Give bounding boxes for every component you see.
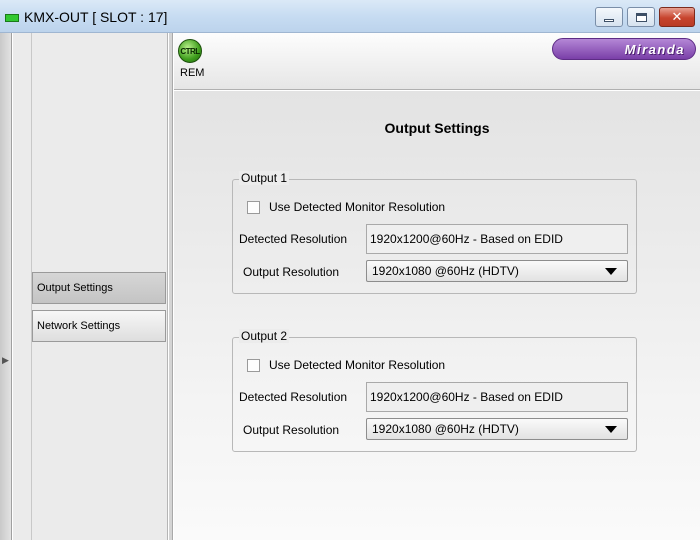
detected-resolution-field: 1920x1200@60Hz - Based on EDID xyxy=(366,224,628,254)
detected-resolution-field: 1920x1200@60Hz - Based on EDID xyxy=(366,382,628,412)
minimize-button[interactable] xyxy=(595,7,623,27)
checkbox-label: Use Detected Monitor Resolution xyxy=(269,358,446,372)
output-resolution-value: 1920x1080 @60Hz (HDTV) xyxy=(372,264,519,278)
header-panel: CTRL REM Miranda xyxy=(174,33,700,90)
close-icon: ✕ xyxy=(671,9,683,25)
ctrl-status-icon[interactable]: CTRL xyxy=(178,39,202,63)
miranda-logo: Miranda xyxy=(552,38,696,60)
sidebar-item-label: Output Settings xyxy=(37,282,113,294)
collapse-gutter[interactable]: ▶ xyxy=(0,33,12,540)
use-detected-resolution-checkbox[interactable] xyxy=(247,358,260,372)
detected-resolution-value: 1920x1200@60Hz - Based on EDID xyxy=(370,390,563,404)
use-detected-resolution-checkbox[interactable] xyxy=(247,200,260,214)
app-icon xyxy=(5,14,19,22)
output-1-group: Output 1 Use Detected Monitor Resolution… xyxy=(232,171,637,294)
sidebar-item-label: Network Settings xyxy=(37,320,121,332)
detected-resolution-label: Detected Resolution xyxy=(239,390,348,404)
checkbox-label: Use Detected Monitor Resolution xyxy=(269,200,446,214)
ctrl-badge-label: CTRL xyxy=(180,46,200,56)
use-detected-resolution-row[interactable]: Use Detected Monitor Resolution xyxy=(247,200,445,214)
expand-arrow-icon[interactable]: ▶ xyxy=(2,355,9,366)
main-panel: Output Settings Output 1 Use Detected Mo… xyxy=(174,91,700,540)
use-detected-resolution-row[interactable]: Use Detected Monitor Resolution xyxy=(247,358,445,372)
close-button[interactable]: ✕ xyxy=(659,7,695,27)
detected-resolution-label: Detected Resolution xyxy=(239,232,348,246)
sidebar: Output Settings Network Settings xyxy=(13,33,168,540)
maximize-button[interactable] xyxy=(627,7,655,27)
group-legend: Output 2 xyxy=(239,329,290,343)
output-resolution-select[interactable]: 1920x1080 @60Hz (HDTV) xyxy=(366,418,628,440)
panel-splitter[interactable] xyxy=(169,33,173,540)
logo-text: Miranda xyxy=(624,41,685,57)
output-2-group: Output 2 Use Detected Monitor Resolution… xyxy=(232,329,637,452)
minimize-icon xyxy=(604,18,614,22)
title-bar: KMX-OUT [ SLOT : 17] ✕ xyxy=(0,0,700,33)
chevron-down-icon xyxy=(605,426,617,433)
output-resolution-select[interactable]: 1920x1080 @60Hz (HDTV) xyxy=(366,260,628,282)
group-legend: Output 1 xyxy=(239,171,290,185)
page-title: Output Settings xyxy=(384,120,490,136)
window-title: KMX-OUT [ SLOT : 17] xyxy=(24,9,168,25)
chevron-down-icon xyxy=(605,268,617,275)
output-resolution-label: Output Resolution xyxy=(243,423,340,437)
sidebar-item-output-settings[interactable]: Output Settings xyxy=(32,272,166,304)
output-resolution-value: 1920x1080 @60Hz (HDTV) xyxy=(372,422,519,436)
maximize-icon xyxy=(635,12,647,22)
rem-label: REM xyxy=(180,67,205,79)
detected-resolution-value: 1920x1200@60Hz - Based on EDID xyxy=(370,232,563,246)
sidebar-item-network-settings[interactable]: Network Settings xyxy=(32,310,166,342)
output-resolution-label: Output Resolution xyxy=(243,265,340,279)
